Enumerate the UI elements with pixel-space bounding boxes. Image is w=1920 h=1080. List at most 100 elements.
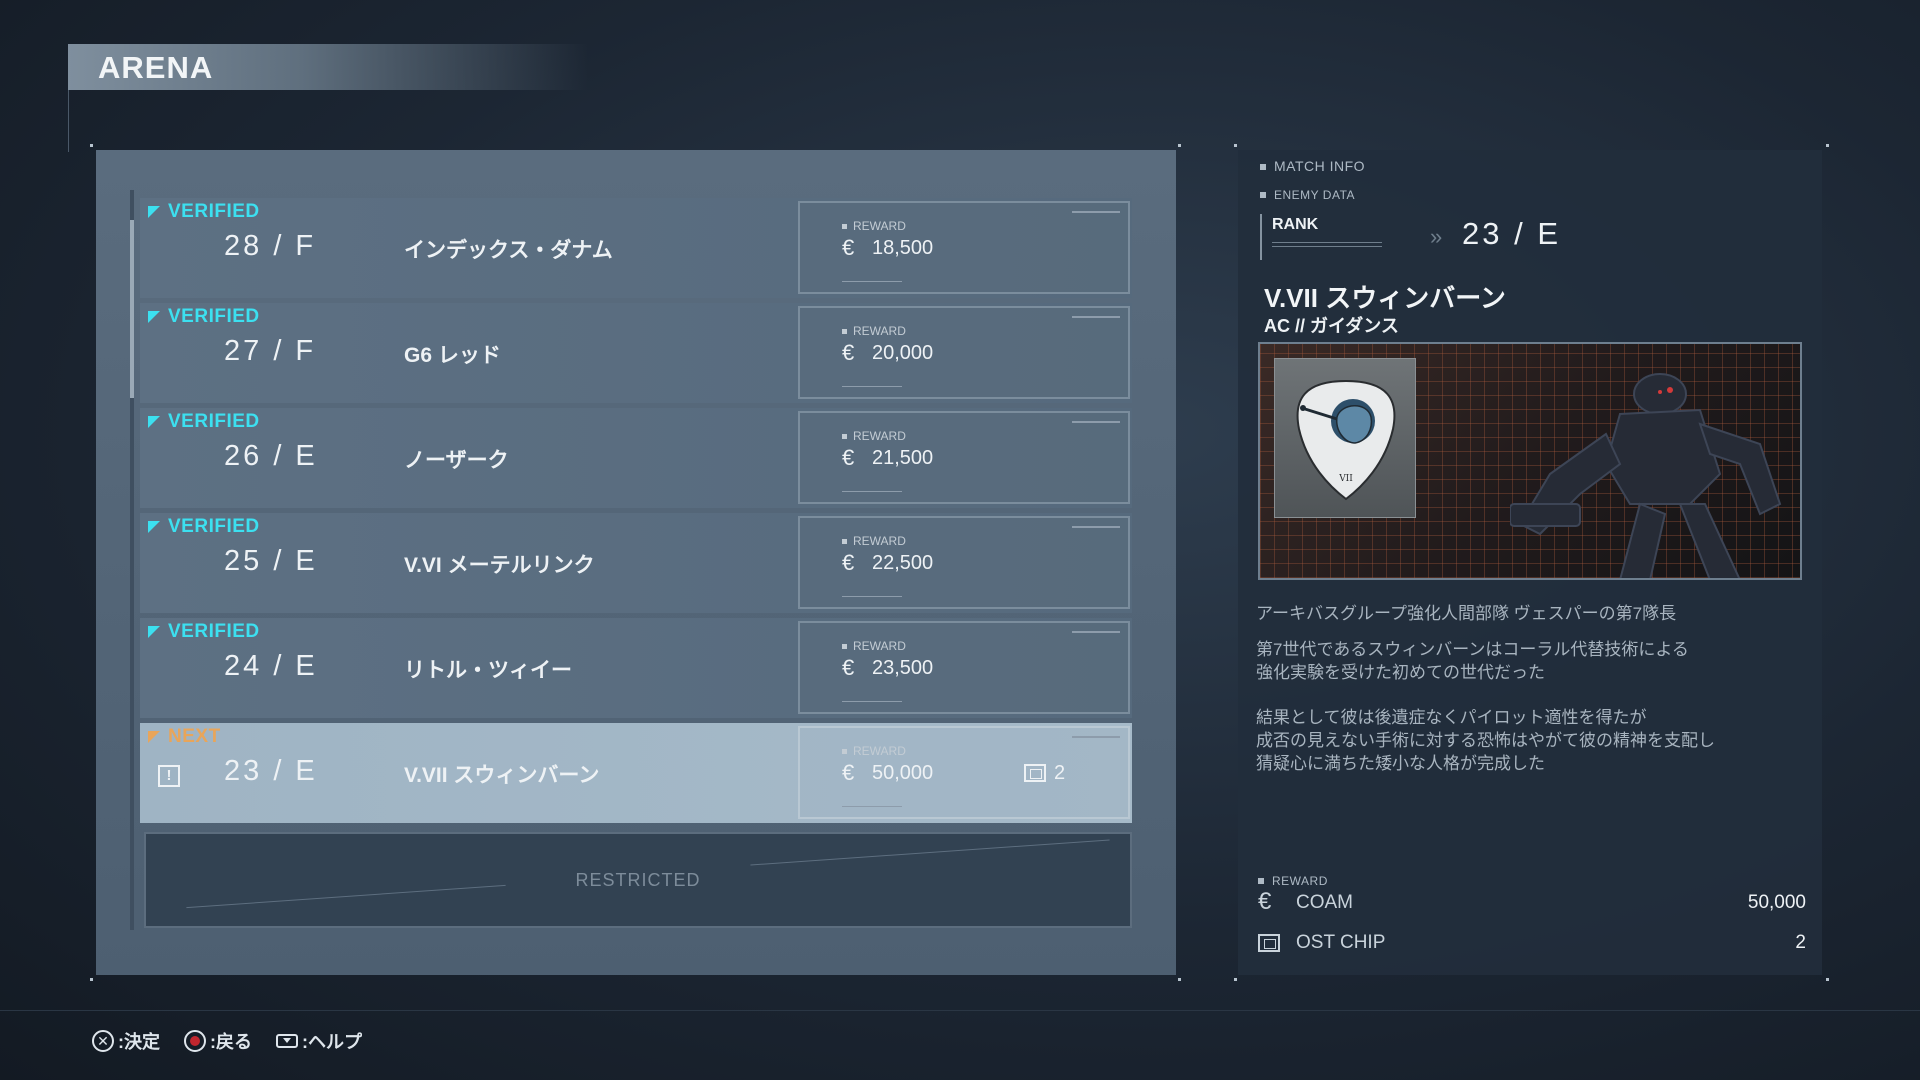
ost-chip-icon bbox=[1258, 934, 1280, 952]
reward-value: 21,500 bbox=[872, 447, 934, 469]
reward-box: REWARD € 18,500 bbox=[798, 201, 1130, 294]
reward-name: COAM bbox=[1296, 892, 1353, 913]
hint-back[interactable]: :戻る bbox=[184, 1028, 252, 1054]
decor-line bbox=[1072, 421, 1120, 423]
credit-icon: € bbox=[1258, 888, 1272, 915]
corner-dot bbox=[90, 144, 93, 147]
enemy-description-line: 強化実験を受けた初めての世代だった bbox=[1256, 663, 1545, 682]
decor-line bbox=[1072, 316, 1120, 318]
flag-icon bbox=[148, 416, 160, 428]
arena-rank: 23 / E bbox=[224, 755, 318, 787]
decor-line bbox=[842, 596, 902, 597]
enemy-rank-value: 23 / E bbox=[1462, 216, 1561, 251]
credit-icon: € bbox=[842, 445, 855, 470]
enemy-name: V.VII スウィンバーン bbox=[1264, 283, 1506, 313]
match-info-header: MATCH INFO bbox=[1260, 158, 1365, 174]
decor-line bbox=[842, 806, 902, 807]
enemy-description-line: 成否の見えない手術に対する恐怖はやがて彼の精神を支配し bbox=[1256, 731, 1715, 750]
credit-icon: € bbox=[842, 655, 855, 680]
decor-line bbox=[842, 701, 902, 702]
corner-dot bbox=[1178, 144, 1181, 147]
arena-rank: 28 / F bbox=[224, 230, 317, 262]
arena-row-27f[interactable]: VERIFIED 27 / F G6 レッド REWARD € 20,000 bbox=[140, 303, 1132, 403]
hint-help-label: :ヘルプ bbox=[302, 1032, 362, 1052]
flag-icon bbox=[148, 206, 160, 218]
reward-value: 20,000 bbox=[872, 342, 934, 364]
ost-chip-icon bbox=[1024, 764, 1046, 782]
decor-bars bbox=[1272, 242, 1382, 247]
emblem-icon: VII bbox=[1296, 379, 1396, 501]
flag-icon bbox=[148, 311, 160, 323]
title-divider bbox=[68, 90, 69, 152]
decor-line bbox=[842, 281, 902, 282]
restricted-label: RESTRICTED bbox=[575, 870, 701, 890]
status-badge: VERIFIED bbox=[148, 201, 260, 223]
decor-line bbox=[1072, 526, 1120, 528]
reward-value: 22,500 bbox=[872, 552, 934, 574]
opponent-name: ノーザーク bbox=[404, 449, 509, 472]
reward-label: REWARD bbox=[842, 429, 906, 443]
opponent-name: V.VII スウィンバーン bbox=[404, 764, 600, 787]
credit-icon: € bbox=[842, 760, 855, 785]
reward-label: REWARD bbox=[842, 639, 906, 653]
enemy-description-line: アーキバスグループ強化人間部隊 ヴェスパーの第7隊長 bbox=[1256, 604, 1677, 623]
enemy-description-line: 猜疑心に満ちた矮小な人格が完成した bbox=[1256, 754, 1545, 773]
reward-value: 18,500 bbox=[872, 237, 934, 259]
reward-amount: 50,000 bbox=[1747, 892, 1806, 913]
reward-box: REWARD € 50,000 2 bbox=[798, 726, 1130, 819]
opponent-name: V.VI メーテルリンク bbox=[404, 554, 595, 577]
reward-box: REWARD € 21,500 bbox=[798, 411, 1130, 504]
enemy-description-line: 結果として彼は後遺症なくパイロット適性を得たが bbox=[1256, 708, 1647, 727]
rank-box: RANK bbox=[1260, 214, 1396, 260]
arena-row-23e-next[interactable]: NEXT ! 23 / E V.VII スウィンバーン REWARD € 50,… bbox=[140, 723, 1132, 823]
arena-rank: 24 / E bbox=[224, 650, 318, 682]
reward-value: 23,500 bbox=[872, 657, 934, 679]
corner-dot bbox=[1178, 978, 1181, 981]
arena-row-28f[interactable]: VERIFIED 28 / F インデックス・ダナム REWARD € 18,5… bbox=[140, 198, 1132, 298]
cross-button-icon: ✕ bbox=[92, 1030, 114, 1052]
reward-label: REWARD bbox=[842, 219, 906, 233]
reward-coam-line: € COAM 50,000 bbox=[1258, 888, 1806, 918]
arena-row-26e[interactable]: VERIFIED 26 / E ノーザーク REWARD € 21,500 bbox=[140, 408, 1132, 508]
hint-help[interactable]: :ヘルプ bbox=[276, 1028, 362, 1054]
alert-icon: ! bbox=[158, 765, 180, 787]
flag-icon bbox=[148, 521, 160, 533]
enemy-portrait: VII bbox=[1258, 342, 1802, 580]
arena-rank: 27 / F bbox=[224, 335, 317, 367]
reward-label: REWARD bbox=[842, 534, 906, 548]
credit-icon: € bbox=[842, 235, 855, 260]
emblem-frame: VII bbox=[1274, 358, 1416, 518]
reward-box: REWARD € 23,500 bbox=[798, 621, 1130, 714]
hint-back-label: :戻る bbox=[210, 1032, 252, 1052]
decor-line bbox=[842, 491, 902, 492]
arena-row-25e[interactable]: VERIFIED 25 / E V.VI メーテルリンク REWARD € 22… bbox=[140, 513, 1132, 613]
scrollbar-thumb[interactable] bbox=[130, 220, 134, 398]
reward-box: REWARD € 22,500 bbox=[798, 516, 1130, 609]
status-badge: VERIFIED bbox=[148, 621, 260, 643]
enemy-data-label: ENEMY DATA bbox=[1260, 188, 1355, 202]
reward-label: REWARD bbox=[842, 744, 906, 758]
status-badge: VERIFIED bbox=[148, 516, 260, 538]
arena-row-24e[interactable]: VERIFIED 24 / E リトル・ツィイー REWARD € 23,500 bbox=[140, 618, 1132, 718]
hint-confirm-label: :決定 bbox=[118, 1032, 160, 1052]
reward-value: 50,000 bbox=[872, 762, 934, 784]
chevron-right-icon: » bbox=[1430, 224, 1443, 249]
decor-line bbox=[1072, 736, 1120, 738]
opponent-name: インデックス・ダナム bbox=[404, 239, 613, 262]
reward-label: REWARD bbox=[842, 324, 906, 338]
reward-amount: 2 bbox=[1795, 932, 1806, 953]
hint-confirm[interactable]: ✕ :決定 bbox=[92, 1028, 160, 1054]
enemy-description-line: 第7世代であるスウィンバーンはコーラル代替技術による bbox=[1256, 640, 1689, 659]
footer-divider bbox=[0, 1010, 1920, 1011]
rank-label: RANK bbox=[1272, 216, 1319, 233]
reward-section-label: REWARD bbox=[1258, 874, 1328, 888]
corner-dot bbox=[1826, 978, 1829, 981]
restricted-slot: RESTRICTED bbox=[144, 832, 1132, 928]
touchpad-button-icon bbox=[276, 1034, 298, 1048]
match-info-panel: MATCH INFO ENEMY DATA RANK » 23 / E V.VI… bbox=[1238, 150, 1822, 975]
screen-title-bar: ARENA bbox=[68, 44, 588, 90]
decor-line bbox=[1072, 211, 1120, 213]
button-hints: ✕ :決定 :戻る :ヘルプ bbox=[92, 1028, 376, 1054]
credit-icon: € bbox=[842, 340, 855, 365]
mech-silhouette-icon bbox=[1510, 373, 1782, 578]
